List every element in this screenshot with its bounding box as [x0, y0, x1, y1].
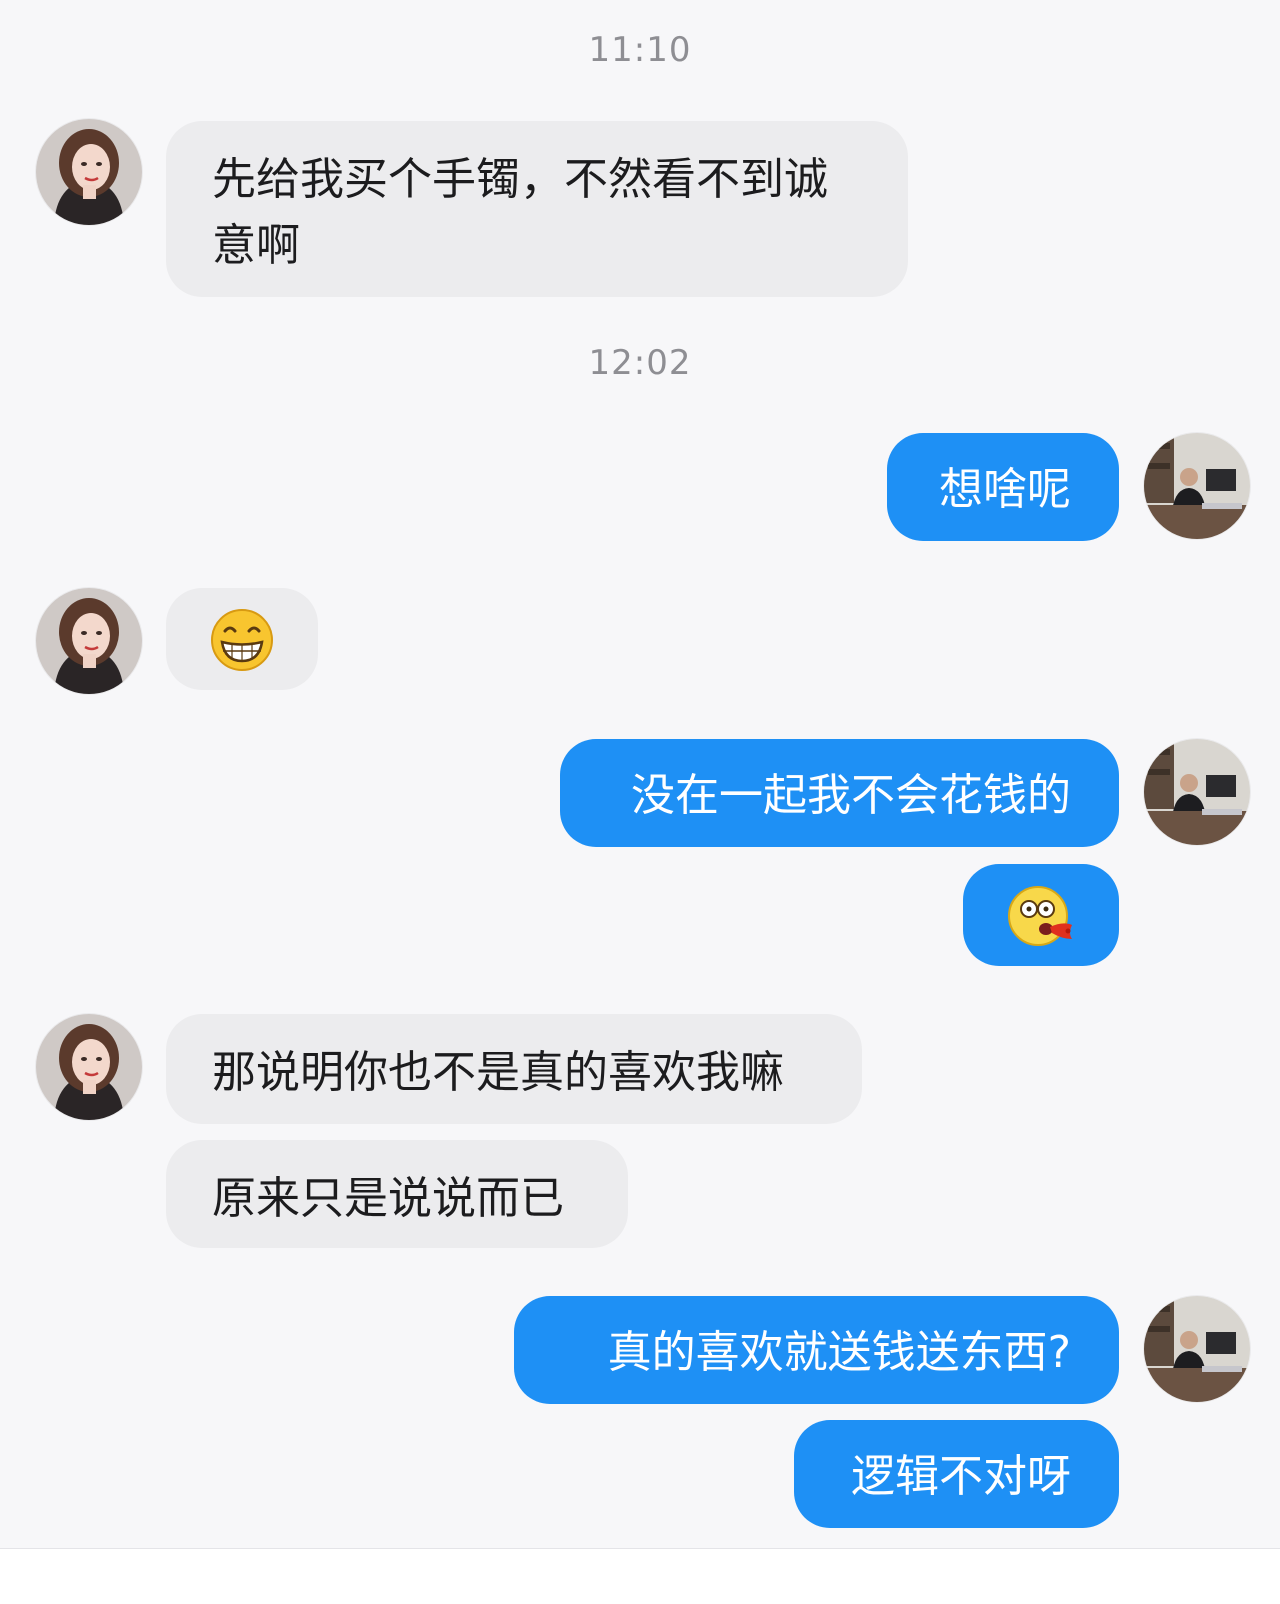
outgoing-message-bubble: 想啥呢 [887, 433, 1119, 541]
contact-avatar[interactable] [36, 588, 142, 694]
outgoing-message-bubble: 没在一起我不会花钱的 [560, 739, 1119, 847]
woman-avatar-icon [36, 119, 142, 225]
chat-thread[interactable]: 11:10 先给我买个手镯，不然看不到诚意啊 12:02 想啥呢 没在一起我不会… [0, 0, 1280, 1604]
man-office-avatar-icon [1144, 433, 1250, 539]
man-office-avatar-icon [1144, 1296, 1250, 1402]
grinning-face-icon [209, 607, 275, 673]
incoming-message-bubble: 先给我买个手镯，不然看不到诚意啊 [166, 121, 908, 297]
shocked-spitting-blood-face-icon [1008, 883, 1074, 949]
woman-avatar-icon [36, 1014, 142, 1120]
outgoing-message-bubble: 真的喜欢就送钱送东西? [514, 1296, 1119, 1404]
contact-avatar[interactable] [36, 119, 142, 225]
my-avatar[interactable] [1144, 433, 1250, 539]
input-bar[interactable] [0, 1548, 1280, 1604]
incoming-message-bubble: 原来只是说说而已 [166, 1140, 628, 1248]
woman-avatar-icon [36, 588, 142, 694]
incoming-message-bubble: 那说明你也不是真的喜欢我嘛 [166, 1014, 862, 1124]
incoming-emoji-bubble [166, 588, 318, 690]
timestamp: 12:02 [588, 343, 692, 383]
contact-avatar[interactable] [36, 1014, 142, 1120]
outgoing-message-bubble: 逻辑不对呀 [794, 1420, 1119, 1528]
timestamp: 11:10 [588, 30, 692, 70]
man-office-avatar-icon [1144, 739, 1250, 845]
my-avatar[interactable] [1144, 1296, 1250, 1402]
outgoing-emoji-bubble [963, 864, 1119, 966]
my-avatar[interactable] [1144, 739, 1250, 845]
